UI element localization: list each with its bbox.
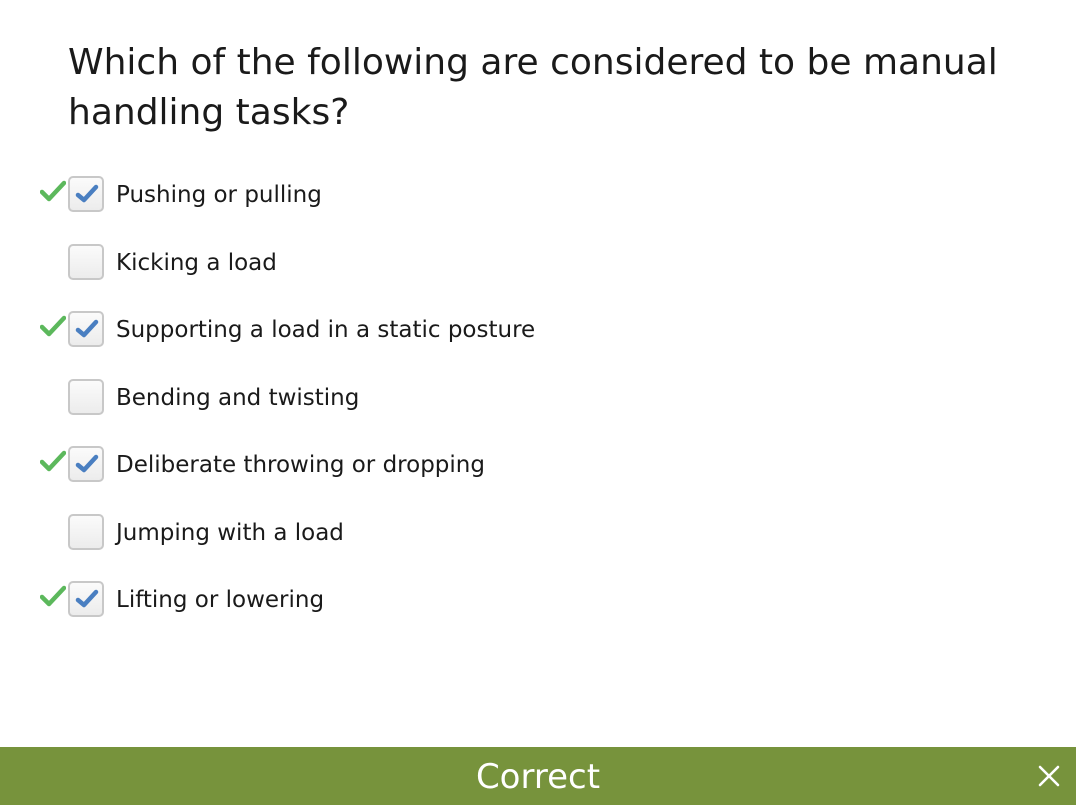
answer-checkbox[interactable]: [68, 311, 104, 347]
question-text: Which of the following are considered to…: [68, 42, 998, 133]
answer-checkbox[interactable]: [68, 378, 104, 415]
blue-check-icon: [75, 184, 99, 203]
green-check-icon: [39, 585, 67, 607]
answer-option: Kicking a load: [0, 242, 1076, 310]
answer-checkbox[interactable]: [68, 446, 104, 482]
answer-option: Bending and twisting: [0, 377, 1076, 445]
answer-option: Jumping with a load: [0, 512, 1076, 580]
green-check-icon: [39, 180, 67, 202]
blue-check-icon: [75, 454, 99, 473]
answer-label[interactable]: Pushing or pulling: [116, 180, 322, 210]
answer-option: Supporting a load in a static posture: [0, 309, 1076, 377]
answer-checkbox[interactable]: [68, 243, 104, 280]
answer-label[interactable]: Deliberate throwing or dropping: [116, 450, 485, 480]
answer-checkbox[interactable]: [68, 176, 104, 212]
answer-label[interactable]: Kicking a load: [116, 248, 277, 278]
blue-check-icon: [75, 589, 99, 608]
quiz-slide: Which of the following are considered to…: [0, 0, 1076, 805]
feedback-bar: Correct: [0, 747, 1076, 805]
answer-label[interactable]: Bending and twisting: [116, 383, 359, 413]
answer-option: Deliberate throwing or dropping: [0, 444, 1076, 512]
blue-check-icon: [75, 319, 99, 338]
answer-label[interactable]: Supporting a load in a static posture: [116, 315, 535, 345]
answer-option: Lifting or lowering: [0, 579, 1076, 647]
green-check-icon: [39, 450, 67, 472]
answer-options-list: Pushing or pulling Kicking a load Suppor…: [0, 174, 1076, 647]
green-check-icon: [39, 315, 67, 337]
answer-label[interactable]: Lifting or lowering: [116, 585, 324, 615]
answer-checkbox[interactable]: [68, 581, 104, 617]
answer-option: Pushing or pulling: [0, 174, 1076, 242]
answer-checkbox[interactable]: [68, 513, 104, 550]
answer-label[interactable]: Jumping with a load: [116, 518, 344, 548]
feedback-text: Correct: [475, 757, 601, 797]
close-icon[interactable]: [1036, 763, 1062, 789]
